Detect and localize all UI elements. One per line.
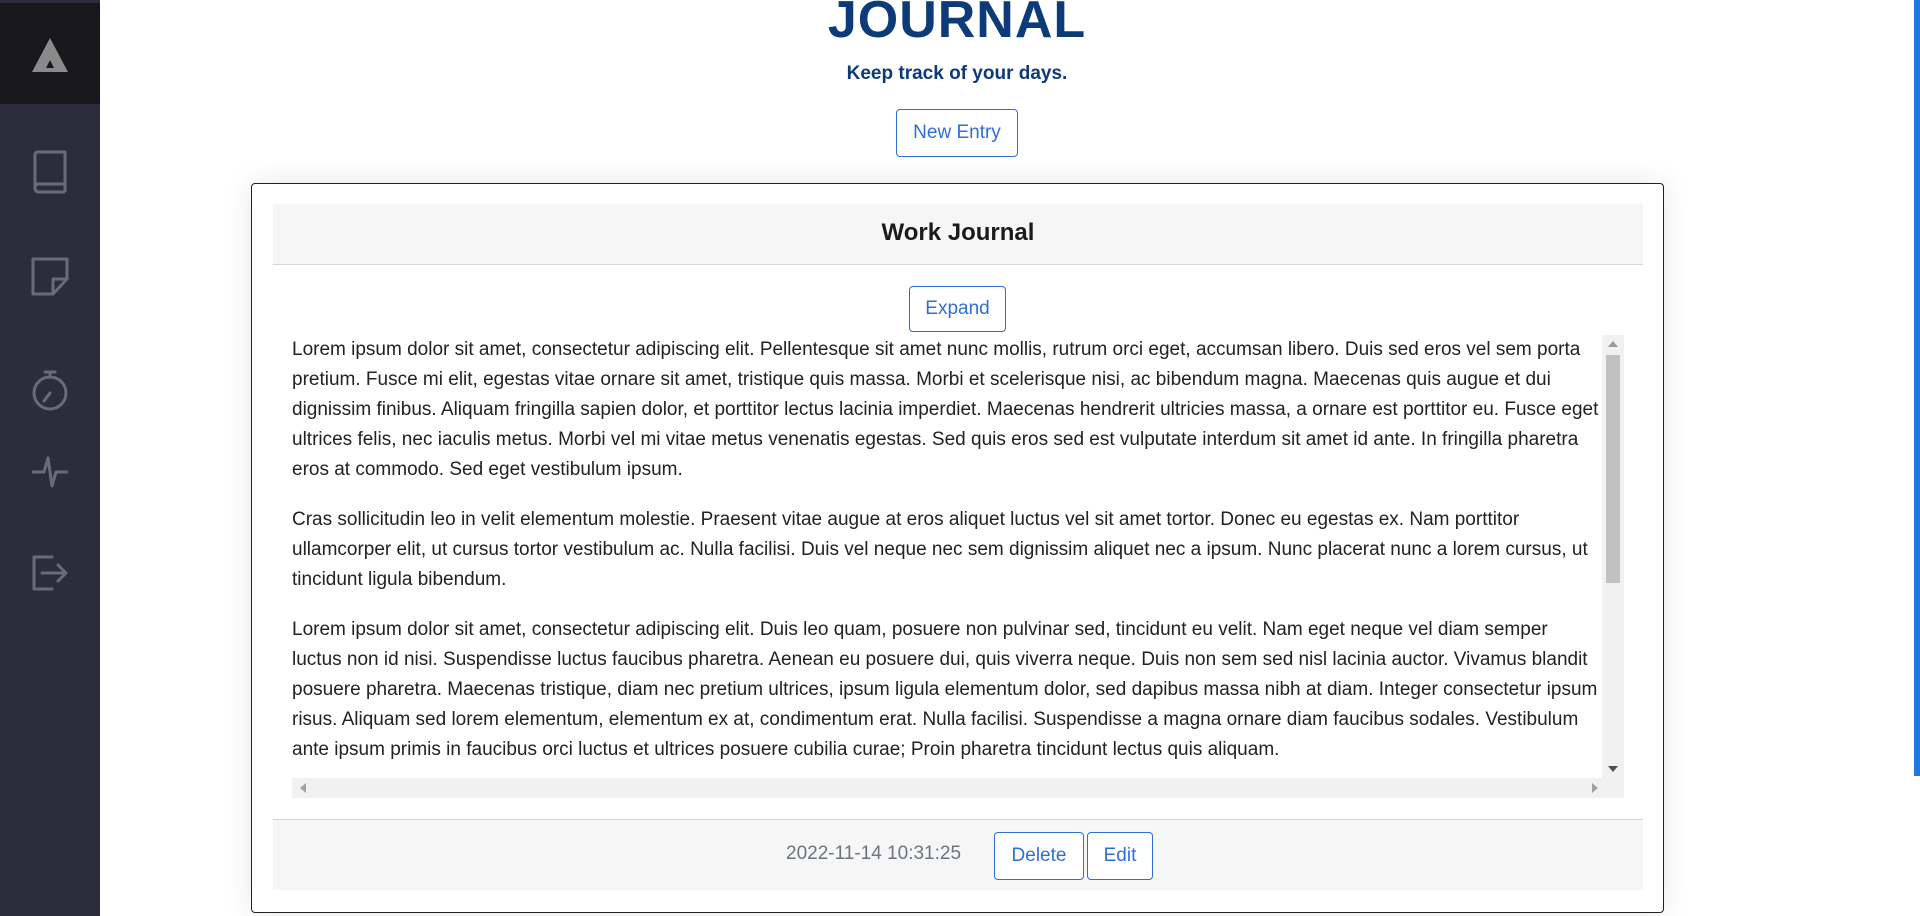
scroll-right-arrow-icon[interactable] — [1592, 783, 1598, 793]
scroll-up-arrow-icon[interactable] — [1608, 341, 1618, 347]
vertical-scrollbar-thumb[interactable] — [1606, 355, 1620, 583]
entry-paragraph: Cras sollicitudin leo in velit elementum… — [292, 509, 1588, 590]
entry-paragraph: Lorem ipsum dolor sit amet, consectetur … — [292, 619, 1598, 760]
nav-journal-book[interactable] — [30, 150, 70, 194]
edit-button[interactable]: Edit — [1087, 832, 1153, 880]
entry-content-scroll-area[interactable]: Lorem ipsum dolor sit amet, consectetur … — [292, 335, 1624, 798]
entry-content: Lorem ipsum dolor sit amet, consectetur … — [292, 335, 1602, 778]
card-header: Work Journal — [273, 204, 1643, 265]
page-title: JOURNAL — [827, 0, 1087, 49]
brand-logo[interactable] — [0, 0, 100, 104]
sidebar — [0, 0, 100, 916]
book-icon — [33, 150, 67, 194]
stopwatch-icon — [32, 370, 68, 411]
expand-button[interactable]: Expand — [909, 286, 1006, 332]
nav-notes[interactable] — [30, 254, 70, 298]
entry-paragraph: Lorem ipsum dolor sit amet, consectetur … — [292, 339, 1599, 480]
entry-timestamp: 2022-11-14 10:31:25 — [786, 843, 962, 864]
nav-activity[interactable] — [30, 450, 70, 494]
nav-logout[interactable] — [30, 551, 70, 595]
page-scrollbar-indicator[interactable] — [1914, 0, 1920, 776]
card-footer: 2022-11-14 10:31:25 Delete Edit — [273, 819, 1643, 890]
entry-title: Work Journal — [881, 219, 1035, 246]
scroll-left-arrow-icon[interactable] — [300, 783, 306, 793]
journal-entry-card: Work Journal Expand Lorem ipsum dolor si… — [251, 183, 1664, 913]
vertical-scrollbar[interactable] — [1602, 335, 1624, 778]
logo-triangle-icon — [32, 38, 68, 72]
sticky-note-icon — [31, 257, 69, 296]
nav-timer[interactable] — [30, 369, 70, 413]
activity-pulse-icon — [32, 456, 68, 488]
logout-icon — [32, 555, 68, 591]
page-subtitle: Keep track of your days. — [846, 63, 1068, 84]
horizontal-scrollbar[interactable] — [292, 778, 1624, 798]
delete-button[interactable]: Delete — [994, 832, 1084, 880]
scroll-down-arrow-icon[interactable] — [1608, 766, 1618, 772]
new-entry-button[interactable]: New Entry — [896, 109, 1018, 157]
